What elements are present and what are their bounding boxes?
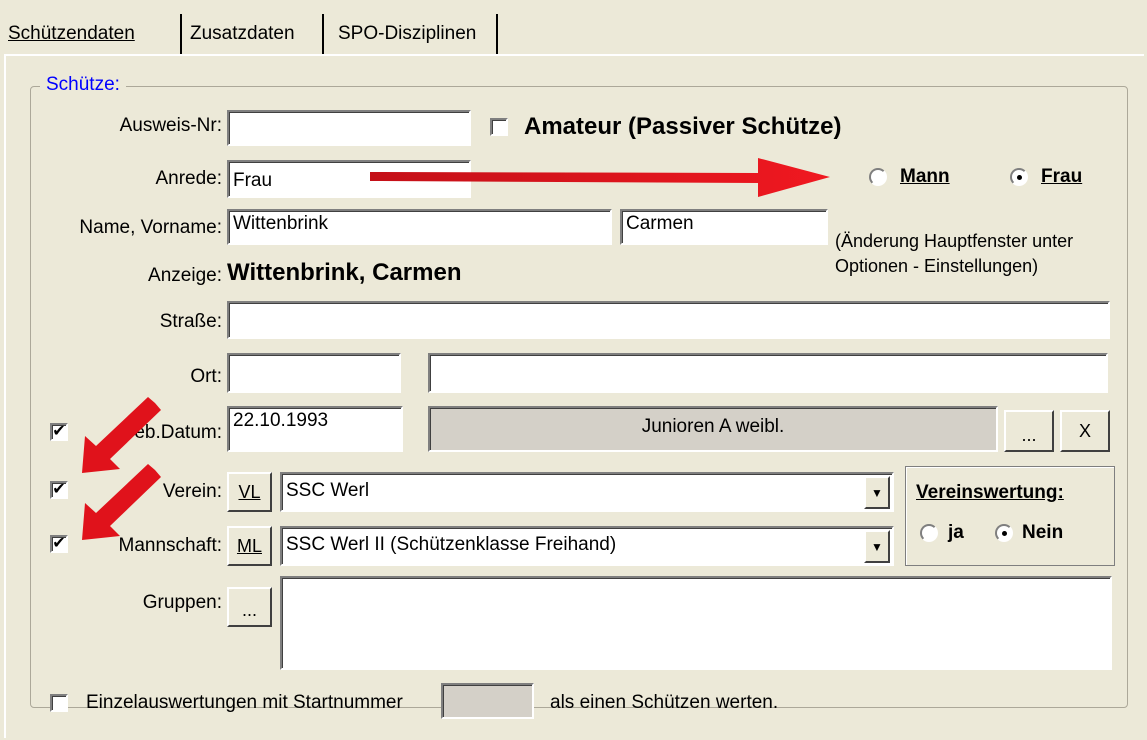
tab-spo-disziplinen[interactable]: SPO-Disziplinen [332,14,482,54]
klasse-display: Junioren A weibl. [428,406,998,452]
mann-label: Mann [900,166,950,187]
gruppen-list[interactable] [280,576,1112,670]
tab-label: Zusatzdaten [190,23,295,44]
city-input[interactable] [428,353,1108,393]
red-arrow-annotation [82,397,161,540]
anrede-label: Anrede: [155,168,222,189]
verein-label: Verein: [162,481,222,502]
plz-input[interactable] [227,353,401,393]
frau-label: Frau [1041,166,1083,187]
firstname-input[interactable]: Carmen [620,209,828,245]
vereinswertung-ja-radio[interactable] [920,524,938,542]
tab-zusatzdaten[interactable]: Zusatzdaten [184,14,301,54]
mannschaft-list-button[interactable]: ML [227,526,272,566]
verein-list-button[interactable]: VL [227,472,272,512]
gruppen-label: Gruppen: [142,592,222,613]
ausweis-label: Ausweis-Nr: [119,115,222,136]
vereinswertung-ja-label: ja [948,522,964,543]
anzeige-label: Anzeige: [148,265,222,286]
einzel-label-before: Einzelauswertungen mit Startnummer [86,692,403,713]
ausweis-input[interactable] [227,110,471,146]
amateur-label: Amateur (Passiver Schütze) [524,113,842,140]
mannschaft-label: Mannschaft: [118,535,223,556]
tab-separator [496,14,498,54]
vereinswertung-group [905,466,1115,566]
startnummer-input[interactable] [441,683,534,719]
ort-label: Ort: [190,366,222,387]
mannschaft-dropdown-icon[interactable]: ▼ [864,530,890,563]
tab-schuetzendaten[interactable]: Schützendaten [2,14,141,54]
tab-label: SPO-Disziplinen [338,23,477,44]
gruppen-more-button[interactable]: ... [227,587,272,627]
strasse-label: Straße: [159,311,222,332]
einzel-label-after: als einen Schützen werten. [550,692,779,713]
verein-checkbox[interactable]: ✔ [50,481,68,499]
einzel-checkbox[interactable] [50,694,68,712]
red-arrow-annotation [370,158,830,197]
mannschaft-select[interactable]: SSC Werl II (Schützenklasse Freihand) [280,526,894,566]
lastname-input[interactable]: Wittenbrink [227,209,612,245]
vereinswertung-title: Vereinswertung: [916,482,1064,503]
tab-separator [180,14,182,54]
hint-line-1: (Änderung Hauptfenster unter [835,231,1074,251]
mannschaft-checkbox[interactable]: ✔ [50,535,68,553]
tab-label: Schützendaten [8,23,135,44]
vereinswertung-nein-label: Nein [1022,522,1064,543]
amateur-checkbox[interactable] [490,118,508,136]
verein-select[interactable]: SSC Werl [280,472,894,512]
geb-input[interactable]: 22.10.1993 [227,406,403,452]
geb-more-button[interactable]: ... [1004,410,1054,452]
group-title: Schütze: [40,74,126,96]
name-label: Name, Vorname: [79,217,222,238]
anzeige-value: Wittenbrink, Carmen [227,259,462,286]
verein-dropdown-icon[interactable]: ▼ [864,476,890,509]
vereinswertung-nein-radio[interactable] [995,524,1013,542]
frau-radio[interactable] [1010,168,1028,186]
hint-line-2: Optionen - Einstellungen) [835,256,1039,276]
geb-clear-button[interactable]: X [1060,410,1110,452]
tab-separator [322,14,324,54]
mann-radio[interactable] [869,168,887,186]
strasse-input[interactable] [227,301,1110,339]
